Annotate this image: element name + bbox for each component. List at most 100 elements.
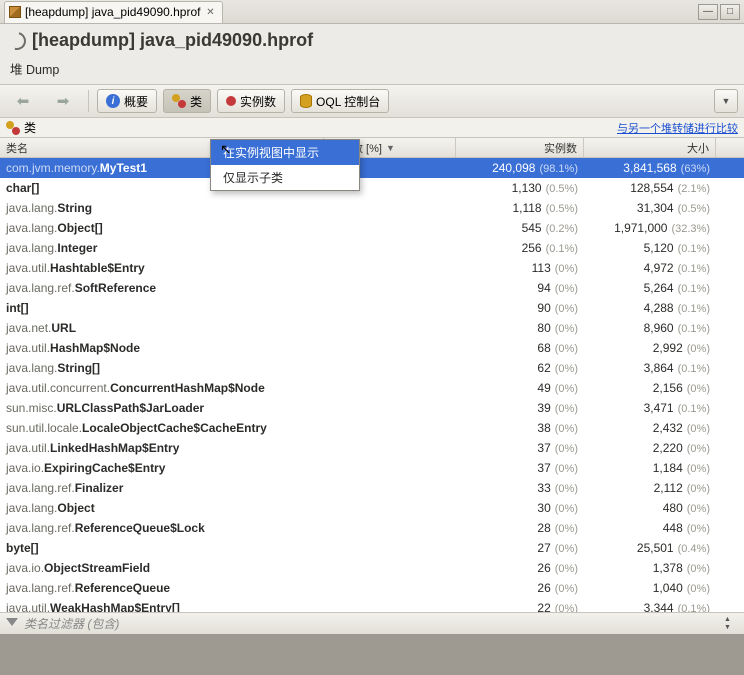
ctx-show-in-instances[interactable]: 在实例视图中显示 [211, 158, 359, 165]
cell-size: 3,864(0.1%) [584, 361, 716, 375]
chevron-down-icon: ▼ [724, 624, 738, 631]
table-row[interactable]: java.net.URL80(0%)8,960(0.1%) [0, 318, 744, 338]
toolbar: ⬅ ➡ i 概要 类 实例数 OQL 控制台 ▼ [0, 84, 744, 118]
editor-tabbar: [heapdump] java_pid49090.hprof ✕ — □ [0, 0, 744, 24]
col-size[interactable]: 大小 [584, 138, 716, 157]
cell-size: 25,501(0.4%) [584, 541, 716, 555]
cell-size: 1,040(0%) [584, 581, 716, 595]
chevron-up-icon: ▲ [724, 616, 738, 623]
cell-size: 2,992(0%) [584, 341, 716, 355]
col-count[interactable]: 实例数 [456, 138, 584, 157]
filter-spinner[interactable]: ▲ ▼ [724, 616, 738, 631]
database-icon [300, 94, 312, 108]
section-label: 类 [24, 119, 36, 136]
title-row: [heapdump] java_pid49090.hprof [0, 24, 744, 57]
cell-classname: java.io.ObjectStreamField [0, 561, 324, 575]
table-row[interactable]: java.lang.ref.ReferenceQueue 26(0%)1,040(… [0, 578, 744, 598]
cell-count: 26(0%) [456, 581, 584, 595]
class-table: 类名 实例数 [%]▼ 实例数 大小 在实例视图中显示 仅显示子类 ↖ com.… [0, 138, 744, 634]
cell-classname: sun.util.locale.LocaleObjectCache$CacheE… [0, 421, 324, 435]
funnel-icon [6, 618, 18, 630]
cell-size: 4,972(0.1%) [584, 261, 716, 275]
sort-desc-icon: ▼ [386, 143, 395, 153]
cell-classname: java.util.HashMap$Node [0, 341, 324, 355]
classes-icon [172, 94, 186, 108]
table-row[interactable]: java.lang.Integer256(0.1%)5,120(0.1%) [0, 238, 744, 258]
table-row[interactable]: java.lang.ref.SoftReference94(0%)5,264(0… [0, 278, 744, 298]
instances-button[interactable]: 实例数 [217, 89, 285, 113]
cell-size: 1,971,000(32.3%) [584, 221, 716, 235]
cell-count: 33(0%) [456, 481, 584, 495]
context-menu: 在实例视图中显示 仅显示子类 [210, 158, 360, 191]
classes-button[interactable]: 类 [163, 89, 211, 113]
page-subtitle: 堆 Dump [0, 57, 744, 84]
table-row[interactable]: java.util.concurrent.ConcurrentHashMap$N… [0, 378, 744, 398]
info-icon: i [106, 94, 120, 108]
table-row[interactable]: java.lang.ref.ReferenceQueue$Lock28(0%)4… [0, 518, 744, 538]
cell-classname: java.lang.Integer [0, 241, 324, 255]
chevron-down-icon: ▼ [722, 96, 731, 106]
refresh-icon [5, 28, 30, 53]
editor-tab[interactable]: [heapdump] java_pid49090.hprof ✕ [4, 1, 223, 23]
cell-classname: java.lang.ref.ReferenceQueue [0, 581, 324, 595]
table-row[interactable]: java.util.HashMap$Node68(0%)2,992(0%) [0, 338, 744, 358]
cell-size: 128,554(2.1%) [584, 181, 716, 195]
table-row[interactable]: java.lang.String[]62(0%)3,864(0.1%) [0, 358, 744, 378]
cell-count: 27(0%) [456, 541, 584, 555]
cell-count: 49(0%) [456, 381, 584, 395]
cell-classname: java.net.URL [0, 321, 324, 335]
back-button[interactable]: ⬅ [6, 89, 40, 113]
section-header: 类 与另一个堆转储进行比较 [0, 118, 744, 138]
class-filter-input[interactable]: 类名过滤器 (包含) [24, 615, 718, 632]
separator [88, 90, 89, 112]
oql-label: OQL 控制台 [316, 93, 380, 110]
window-max-button[interactable]: □ [720, 4, 740, 20]
cell-count: 545(0.2%) [456, 221, 584, 235]
heapdump-icon [9, 6, 21, 18]
table-row[interactable]: sun.misc.URLClassPath$JarLoader39(0%)3,4… [0, 398, 744, 418]
table-row[interactable]: char[]1,130(0.5%)128,554(2.1%) [0, 178, 744, 198]
cell-classname: java.util.concurrent.ConcurrentHashMap$N… [0, 381, 324, 395]
table-row[interactable]: java.lang.Object30(0%)480(0%) [0, 498, 744, 518]
table-row[interactable]: java.io.ObjectStreamField 26(0%)1,378(0%) [0, 558, 744, 578]
cell-size: 1,378(0%) [584, 561, 716, 575]
table-row[interactable]: java.util.Hashtable$Entry113(0%)4,972(0.… [0, 258, 744, 278]
oql-button[interactable]: OQL 控制台 [291, 89, 389, 113]
table-row[interactable]: java.io.ExpiringCache$Entry37(0%)1,184(0… [0, 458, 744, 478]
table-body[interactable]: 在实例视图中显示 仅显示子类 ↖ com.jvm.memory.MyTest12… [0, 158, 744, 634]
cell-size: 4,288(0.1%) [584, 301, 716, 315]
table-row[interactable]: int[] 90(0%)4,288(0.1%) [0, 298, 744, 318]
cell-classname: java.io.ExpiringCache$Entry [0, 461, 324, 475]
instances-label: 实例数 [240, 93, 276, 110]
toolbar-menu-button[interactable]: ▼ [714, 89, 738, 113]
cell-size: 31,304(0.5%) [584, 201, 716, 215]
ctx-show-subclasses[interactable]: 仅显示子类 [211, 165, 359, 190]
table-header: 类名 实例数 [%]▼ 实例数 大小 [0, 138, 744, 158]
cell-classname: int[] [0, 301, 324, 315]
table-row[interactable]: com.jvm.memory.MyTest1240,098(98.1%)3,84… [0, 158, 744, 178]
table-row[interactable]: sun.util.locale.LocaleObjectCache$CacheE… [0, 418, 744, 438]
cell-classname: sun.misc.URLClassPath$JarLoader [0, 401, 324, 415]
cell-classname: java.lang.ref.Finalizer [0, 481, 324, 495]
table-row[interactable]: java.lang.String1,118(0.5%)31,304(0.5%) [0, 198, 744, 218]
cell-size: 480(0%) [584, 501, 716, 515]
cell-classname: java.lang.ref.ReferenceQueue$Lock [0, 521, 324, 535]
window-min-button[interactable]: — [698, 4, 718, 20]
close-icon[interactable]: ✕ [204, 6, 216, 18]
cell-size: 2,156(0%) [584, 381, 716, 395]
arrow-right-icon: ➡ [55, 93, 71, 109]
cell-count: 90(0%) [456, 301, 584, 315]
table-row[interactable]: java.lang.ref.Finalizer33(0%)2,112(0%) [0, 478, 744, 498]
table-row[interactable]: byte[]27(0%)25,501(0.4%) [0, 538, 744, 558]
compare-link[interactable]: 与另一个堆转储进行比较 [617, 120, 738, 136]
cell-classname: java.lang.ref.SoftReference [0, 281, 324, 295]
table-row[interactable]: java.util.LinkedHashMap$Entry37(0%)2,220… [0, 438, 744, 458]
cell-count: 26(0%) [456, 561, 584, 575]
forward-button[interactable]: ➡ [46, 89, 80, 113]
cell-size: 2,432(0%) [584, 421, 716, 435]
overview-button[interactable]: i 概要 [97, 89, 157, 113]
cell-classname: java.lang.Object[] [0, 221, 324, 235]
cell-size: 2,220(0%) [584, 441, 716, 455]
table-row[interactable]: java.lang.Object[] 545(0.2%)1,971,000(32.… [0, 218, 744, 238]
cell-count: 113(0%) [456, 261, 584, 275]
